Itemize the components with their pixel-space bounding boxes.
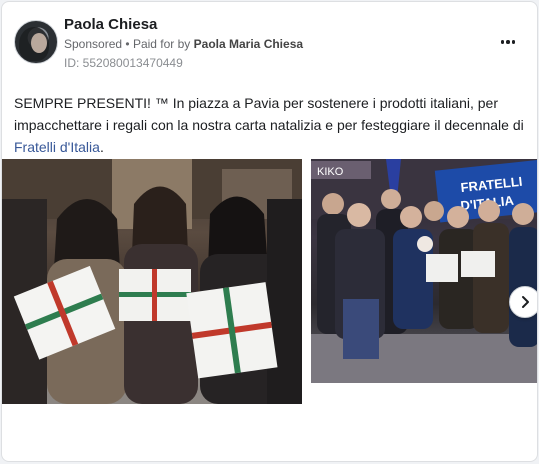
- sponsored-label: Sponsored: [64, 37, 123, 51]
- photo-1-scene: [2, 159, 302, 404]
- hashtag-link[interactable]: Fratelli d'Italia: [14, 139, 100, 155]
- sponsored-line: Sponsored • Paid for by Paola Maria Chie…: [64, 37, 303, 51]
- dot: [500, 40, 505, 44]
- dot: [511, 40, 516, 44]
- post-text: SEMPRE PRESENTI! ™ In piazza a Pavia per…: [14, 92, 529, 158]
- ad-id: ID: 552080013470449: [64, 56, 183, 70]
- author-name[interactable]: Paola Chiesa: [64, 16, 157, 33]
- dot: [506, 40, 510, 44]
- chevron-right-icon: [522, 296, 529, 308]
- avatar[interactable]: [14, 20, 58, 64]
- ad-post-card: Paola Chiesa Sponsored • Paid for by Pao…: [1, 1, 538, 462]
- photo-2-scene: KIKO FRATELLI D'ITALIA: [311, 159, 537, 383]
- more-options-icon[interactable]: [496, 30, 520, 54]
- paid-for-name[interactable]: Paola Maria Chiesa: [194, 37, 303, 51]
- next-photo-button[interactable]: [509, 286, 537, 318]
- separator-dot: •: [125, 37, 130, 51]
- avatar-face: [31, 33, 47, 53]
- post-text-main: SEMPRE PRESENTI! ™ In piazza a Pavia per…: [14, 95, 524, 133]
- post-text-end: .: [99, 139, 104, 155]
- post-photo-2[interactable]: KIKO FRATELLI D'ITALIA: [311, 159, 537, 383]
- paid-for-label: Paid for by: [132, 37, 191, 51]
- store-sign: KIKO: [317, 166, 344, 178]
- post-photo-1[interactable]: [2, 159, 302, 404]
